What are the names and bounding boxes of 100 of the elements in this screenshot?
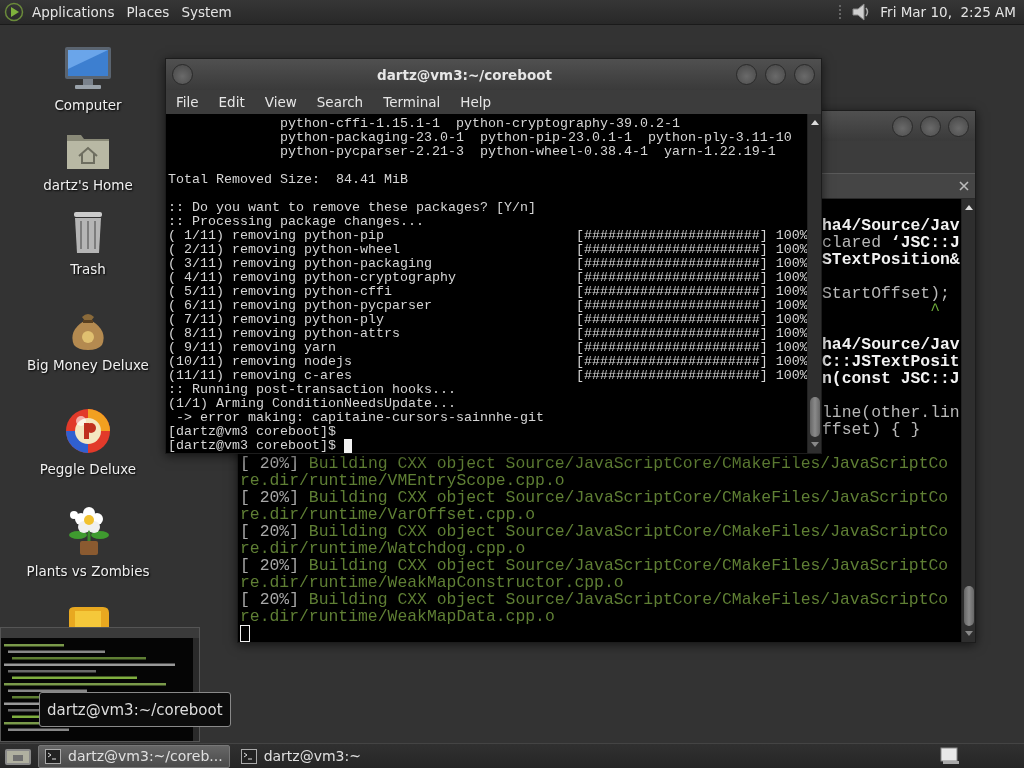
terminal-line: ( 7/11) removing python-ply (168, 313, 385, 327)
percent-text: 100% (775, 257, 807, 271)
terminal-line: [ 20%] Building CXX object Source/JavaScriptCore/CMakeFiles/JavaScriptCo (240, 557, 949, 574)
terminal-line: ffset) { } (822, 421, 921, 438)
show-desktop-button[interactable] (2, 746, 34, 766)
icon-label[interactable]: Big Money Deluxe (24, 356, 152, 374)
terminal-line: :: Processing package changes... (168, 215, 424, 229)
menu-item[interactable]: View (254, 92, 307, 112)
terminal-icon (240, 748, 257, 764)
percent-text: 100% (775, 341, 807, 355)
terminal-line: [dartz@vm3 coreboot]$ (168, 439, 336, 453)
panel-handle-icon (838, 4, 843, 20)
scrollbar-thumb[interactable] (963, 586, 974, 626)
clock[interactable]: Fri Mar 10, 2:25 AM (880, 4, 1016, 20)
terminal-line: StartOffset); (822, 285, 950, 302)
scrollbar-thumb[interactable] (809, 397, 820, 437)
scroll-up-arrow-icon[interactable] (963, 203, 974, 211)
terminal-line: C::JSTextPosit (822, 353, 960, 370)
icon-label[interactable]: Plants vs Zombies (23, 562, 153, 580)
panel-menu[interactable]: System (175, 1, 238, 23)
icon-label[interactable]: Trash (67, 260, 109, 278)
progress-bar-text: [######################] (575, 355, 768, 369)
progress-bar-text: [######################] (575, 327, 768, 341)
progress-bar-text: [######################] (575, 257, 768, 271)
terminal-line: python-pycparser-2.21-3 python-wheel-0.38.4-1 yarn-1.22.19-1 (278, 145, 776, 159)
percent-text: 100% (775, 229, 807, 243)
terminal-line: ( 3/11) removing python-packaging (168, 257, 433, 271)
menu-item[interactable]: Edit (208, 92, 255, 112)
terminal-line: line(other.lin (822, 404, 960, 421)
terminal-line: ( 9/11) removing yarn (168, 341, 337, 355)
ball-icon[interactable] (64, 407, 112, 455)
logo-icon[interactable] (4, 2, 26, 22)
terminal-line: -> error making: capitaine-cursors-sainnhe-git (175, 411, 544, 425)
icon-label[interactable]: Computer (51, 96, 125, 114)
scroll-up-arrow-icon[interactable] (809, 118, 820, 126)
terminal-line: [ 20%] Building CXX object Source/JavaScriptCore/CMakeFiles/JavaScriptCo (240, 523, 949, 540)
percent-text: 100% (775, 369, 807, 383)
terminal-line: python-cffi-1.15.1-1 python-cryptography-39.0.2-1 (278, 117, 680, 131)
menu-item[interactable]: Help (450, 92, 502, 112)
terminal-line: [ 20%] Building CXX object Source/JavaScriptCore/CMakeFiles/JavaScriptCo (240, 455, 949, 472)
progress-bar-text: [######################] (575, 285, 768, 299)
panel-menu[interactable]: Applications (26, 1, 121, 23)
terminal-line: ( 5/11) removing python-cffi (168, 285, 393, 299)
tooltip: dartz@vm3:~/coreboot (39, 692, 231, 727)
menu-item[interactable]: Terminal (373, 92, 451, 112)
terminal-line: n(const JSC::J (822, 370, 960, 387)
scrollbar[interactable] (807, 114, 821, 453)
terminal-line: clared ‘JSC::J (822, 234, 960, 251)
terminal-line: Total Removed Size: 84.41 MiB (168, 173, 408, 187)
terminal-line: :: Running post-transaction hooks... (168, 383, 456, 397)
terminal-line: ha4/Source/Jav (822, 336, 960, 353)
menu-item[interactable]: File (166, 92, 209, 112)
computer-icon[interactable] (63, 45, 113, 91)
progress-bar-text: [######################] (575, 313, 768, 327)
terminal-line: python-packaging-23.0-1 python-pip-23.0.1-1 python-ply-3.11-10 (278, 131, 792, 145)
progress-bar-text: [######################] (575, 243, 768, 257)
task-button[interactable]: dartz@vm3:~/coreb... (38, 744, 230, 768)
terminal-line: ( 2/11) removing python-wheel (168, 243, 401, 257)
percent-text: 100% (775, 299, 807, 313)
task-button[interactable]: dartz@vm3:~ (233, 744, 389, 768)
progress-bar-text: [######################] (575, 299, 768, 313)
icon-label[interactable]: dartz's Home (40, 176, 136, 194)
terminal-line: (10/11) removing nodejs (168, 355, 353, 369)
terminal-line: :: Do you want to remove these packages? [Y/n] (168, 201, 536, 215)
close-tab-button[interactable] (957, 179, 971, 193)
terminal-line: ^ (929, 302, 941, 319)
progress-bar-text: [######################] (575, 369, 768, 383)
scrollbar[interactable] (961, 199, 975, 642)
terminal-line: ( 6/11) removing python-pycparser (168, 299, 433, 313)
percent-text: 100% (775, 285, 807, 299)
progress-bar-text: [######################] (575, 341, 768, 355)
menu-item[interactable]: Search (306, 92, 374, 112)
terminal-line: re.dir/runtime/WeakMapData.cpp.o (240, 608, 555, 625)
terminal-line: [dartz@vm3 coreboot]$ (168, 425, 336, 439)
progress-bar-text: [######################] (575, 271, 768, 285)
percent-text: 100% (775, 271, 807, 285)
terminal-line: [ 20%] Building CXX object Source/JavaScriptCore/CMakeFiles/JavaScriptCo (240, 489, 949, 506)
percent-text: 100% (775, 243, 807, 257)
scroll-down-arrow-icon[interactable] (963, 630, 974, 638)
terminal-line: re.dir/runtime/Watchdog.cpp.o (240, 540, 526, 557)
terminal-line: ( 1/11) removing python-pip (168, 229, 385, 243)
percent-text: 100% (775, 313, 807, 327)
terminal-icon (45, 748, 61, 764)
workspace-icon[interactable] (940, 747, 960, 765)
terminal-line: (11/11) removing c-ares (168, 369, 353, 383)
terminal-line: re.dir/runtime/VarOffset.cpp.o (240, 506, 536, 523)
terminal-line: re.dir/runtime/WeakMapConstructor.cpp.o (240, 574, 624, 591)
terminal-line: (1/1) Arming ConditionNeedsUpdate... (168, 397, 456, 411)
terminal-line: re.dir/runtime/VMEntryScope.cpp.o (240, 472, 565, 489)
percent-text: 100% (775, 327, 807, 341)
panel-menu[interactable]: Places (120, 1, 176, 23)
terminal-line: ha4/Source/Jav (822, 217, 960, 234)
scroll-down-arrow-icon[interactable] (809, 441, 820, 449)
terminal-line: ( 4/11) removing python-cryptography (168, 271, 457, 285)
icon-label[interactable]: Peggle Deluxe (36, 460, 140, 478)
terminal-line: ( 8/11) removing python-attrs (168, 327, 401, 341)
percent-text: 100% (775, 355, 807, 369)
window-title: dartz@vm3:~/coreboot (376, 66, 553, 83)
progress-bar-text: [######################] (575, 229, 768, 243)
terminal-line: [ 20%] Building CXX object Source/JavaScriptCore/CMakeFiles/JavaScriptCo (240, 591, 949, 608)
